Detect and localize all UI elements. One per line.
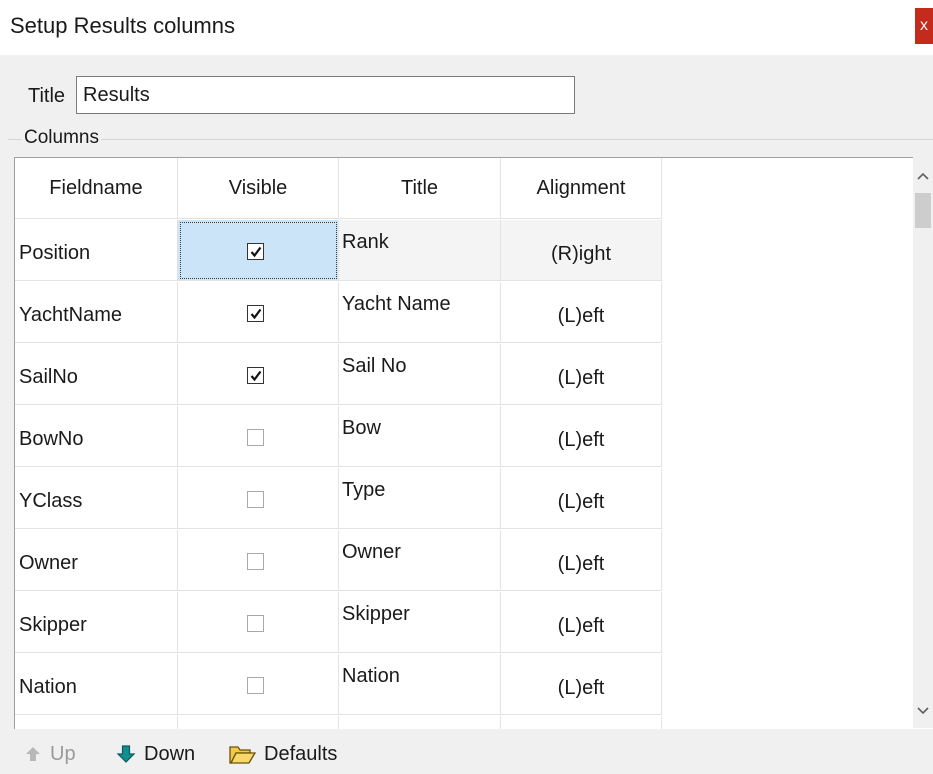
cell-fieldname[interactable]: Skipper [15, 592, 178, 653]
fieldname-text: YClass [19, 490, 83, 512]
defaults-button[interactable]: Defaults [228, 735, 337, 773]
cell-title[interactable]: Sail No [339, 344, 501, 405]
title-text: Rank [342, 231, 389, 253]
cell-fieldname[interactable]: Position [15, 220, 178, 281]
cell-alignment[interactable]: (L)eft [501, 530, 662, 591]
cell-fieldname[interactable]: SailNo [15, 344, 178, 405]
alignment-text: (L)eft [557, 491, 605, 513]
close-icon: x [920, 17, 928, 34]
move-down-label: Down [144, 742, 196, 765]
header-visible[interactable]: Visible [178, 158, 339, 219]
cell-visible[interactable] [178, 282, 339, 343]
visible-checkbox[interactable] [247, 677, 264, 694]
visible-checkbox[interactable] [247, 305, 264, 322]
window-title: Setup Results columns [10, 13, 235, 38]
chevron-down-icon [917, 707, 929, 715]
cell-alignment[interactable]: (L)eft [501, 406, 662, 467]
cell-visible[interactable] [178, 344, 339, 405]
alignment-text: (L)eft [557, 615, 605, 637]
fieldname-text: Position [19, 242, 91, 264]
chevron-up-icon [917, 172, 929, 180]
scroll-thumb[interactable] [915, 193, 931, 228]
title-text: Sail No [342, 355, 407, 377]
fieldname-text: Nation [19, 676, 77, 698]
cell-title[interactable]: Type [339, 468, 501, 529]
cell-alignment[interactable]: (L)eft [501, 592, 662, 653]
alignment-text: (L)eft [557, 367, 605, 389]
cell-visible[interactable] [178, 220, 339, 281]
cell-title[interactable]: Nation [339, 654, 501, 715]
alignment-text: (L)eft [557, 677, 605, 699]
columns-group-border [8, 139, 933, 140]
cell-fieldname[interactable]: YachtName [15, 282, 178, 343]
folder-open-icon [229, 746, 256, 764]
cell-title[interactable]: Bow [339, 406, 501, 467]
cell-fieldname[interactable]: BowNo [15, 406, 178, 467]
header-alignment[interactable]: Alignment [501, 158, 662, 219]
visible-checkbox[interactable] [247, 367, 264, 384]
title-text: Skipper [342, 603, 410, 625]
cell-alignment[interactable]: (L)eft [501, 282, 662, 343]
header-title[interactable]: Title [339, 158, 501, 219]
bottom-toolbar: Up Down Defaults [14, 735, 914, 773]
visible-checkbox[interactable] [247, 243, 264, 260]
title-text: Club [342, 727, 383, 729]
title-bar: Setup Results columns x [0, 0, 933, 55]
alignment-text: (L)eft [557, 429, 605, 451]
header-fieldname[interactable]: Fieldname [15, 158, 178, 219]
cell-visible[interactable] [178, 654, 339, 715]
alignment-text: (L)eft [557, 553, 605, 575]
move-up-label: Up [50, 742, 76, 765]
cell-fieldname[interactable]: YClass [15, 468, 178, 529]
visible-checkbox[interactable] [247, 615, 264, 632]
columns-grid[interactable]: Fieldname Visible Title Alignment Positi… [14, 157, 933, 729]
alignment-text: (L)eft [557, 305, 605, 327]
cell-title[interactable]: Owner [339, 530, 501, 591]
move-up-button[interactable]: Up [24, 735, 76, 773]
title-text: Yacht Name [342, 293, 451, 315]
visible-checkbox[interactable] [247, 553, 264, 570]
cell-alignment[interactable]: (L)eft [501, 344, 662, 405]
cell-fieldname[interactable] [15, 716, 178, 729]
title-text: Type [342, 479, 386, 501]
defaults-label: Defaults [264, 742, 338, 765]
close-button[interactable]: x [915, 8, 933, 44]
visible-checkbox[interactable] [247, 491, 264, 508]
cell-visible[interactable] [178, 592, 339, 653]
arrow-up-icon [26, 747, 40, 761]
fieldname-text: Owner [19, 552, 78, 574]
cell-title[interactable]: Yacht Name [339, 282, 501, 343]
title-text: Owner [342, 541, 401, 563]
cell-visible[interactable] [178, 530, 339, 591]
title-text: Bow [342, 417, 381, 439]
cell-visible[interactable] [178, 406, 339, 467]
title-label: Title [28, 85, 66, 107]
alignment-text: (R)ight [550, 243, 611, 265]
fieldname-text: SailNo [19, 366, 78, 388]
cell-title[interactable]: Club [339, 716, 501, 729]
fieldname-text: Skipper [19, 614, 87, 636]
cell-title[interactable]: Rank [339, 220, 501, 281]
fieldname-text: YachtName [19, 304, 123, 326]
cell-alignment[interactable]: (L)eft [501, 654, 662, 715]
cell-fieldname[interactable]: Owner [15, 530, 178, 591]
cell-visible[interactable] [178, 716, 339, 729]
arrow-down-icon [116, 745, 136, 763]
title-input[interactable] [76, 76, 575, 114]
scroll-up-button[interactable] [913, 157, 933, 193]
columns-group-label: Columns [22, 127, 101, 149]
vertical-scrollbar[interactable] [913, 157, 933, 728]
title-text: Nation [342, 665, 400, 687]
cell-fieldname[interactable]: Nation [15, 654, 178, 715]
cell-visible[interactable] [178, 468, 339, 529]
cell-alignment[interactable]: (L)eft [501, 468, 662, 529]
cell-title[interactable]: Skipper [339, 592, 501, 653]
fieldname-text: BowNo [19, 428, 84, 450]
scroll-down-button[interactable] [913, 692, 933, 728]
move-down-button[interactable]: Down [116, 735, 195, 773]
cell-alignment[interactable]: (R)ight [501, 220, 662, 281]
visible-checkbox[interactable] [247, 429, 264, 446]
cell-alignment[interactable] [501, 716, 662, 729]
